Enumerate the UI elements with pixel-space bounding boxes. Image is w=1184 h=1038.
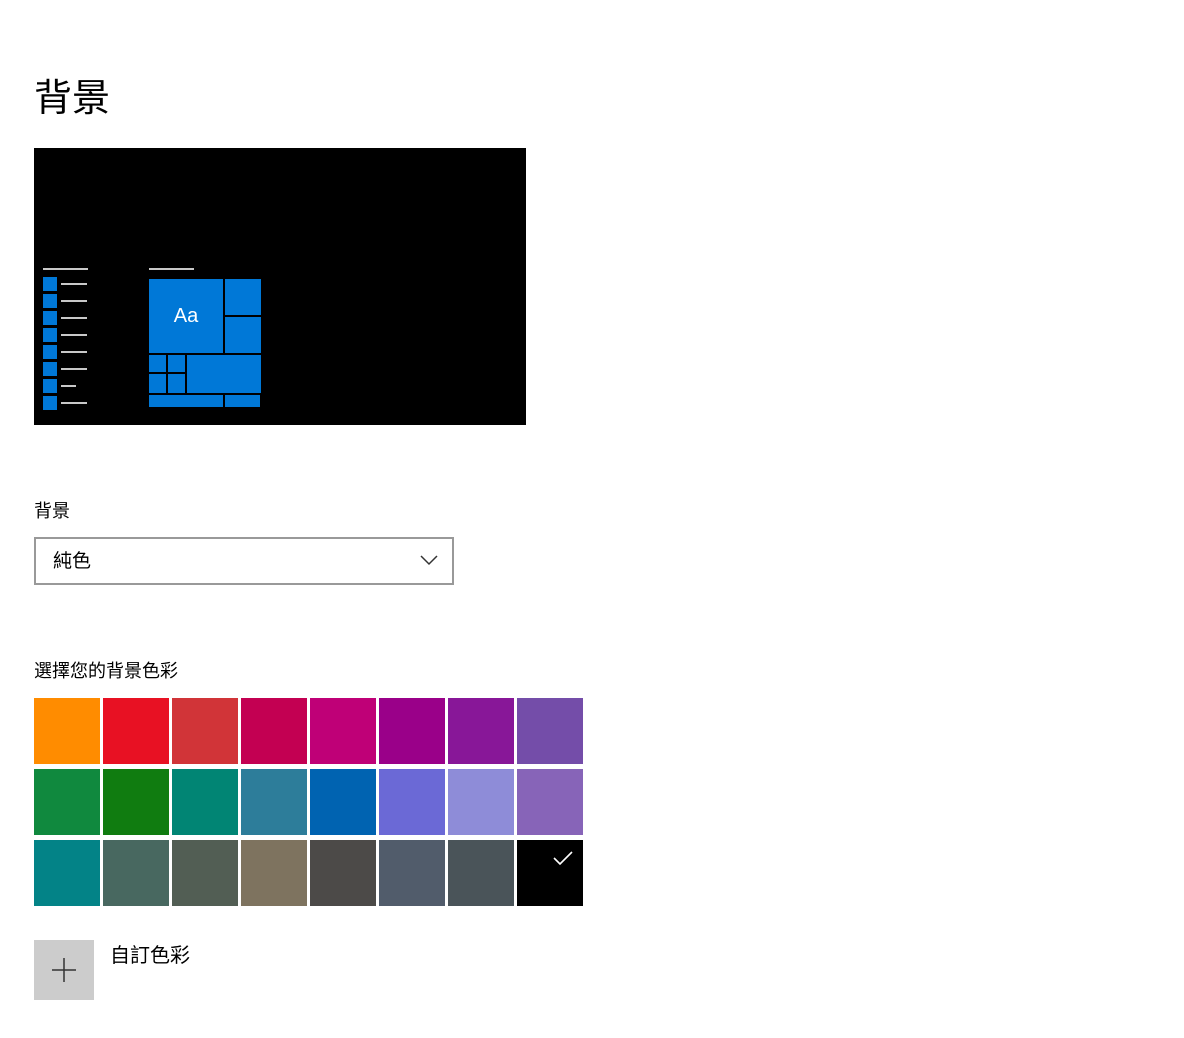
preview-app-label xyxy=(61,300,87,302)
preview-app-label xyxy=(61,351,87,353)
color-swatch[interactable] xyxy=(103,698,169,764)
preview-tile-header xyxy=(149,268,194,270)
preview-list-header xyxy=(43,268,88,270)
color-swatch[interactable] xyxy=(103,769,169,835)
color-swatch[interactable] xyxy=(310,769,376,835)
color-swatch[interactable] xyxy=(516,839,584,907)
color-swatch[interactable] xyxy=(241,698,307,764)
preview-tile xyxy=(149,374,166,393)
preview-app-icon xyxy=(43,345,57,359)
preview-tile xyxy=(149,395,223,407)
color-swatch[interactable] xyxy=(517,698,583,764)
color-swatch[interactable] xyxy=(241,769,307,835)
custom-color-button[interactable] xyxy=(34,940,94,1000)
dropdown-selected-value: 純色 xyxy=(53,550,92,572)
preview-app-label xyxy=(61,334,87,336)
preview-app-label xyxy=(61,283,87,285)
color-swatch[interactable] xyxy=(448,840,514,906)
page-title: 背景 xyxy=(34,76,111,120)
color-swatch[interactable] xyxy=(34,769,100,835)
preview-tile xyxy=(225,317,261,353)
preview-tile xyxy=(187,355,261,393)
color-swatch[interactable] xyxy=(448,769,514,835)
custom-color-label[interactable]: 自訂色彩 xyxy=(110,942,190,968)
preview-app-icon xyxy=(43,396,57,410)
background-type-dropdown[interactable]: 純色 xyxy=(34,537,454,585)
preview-app-icon xyxy=(43,277,57,291)
color-swatch[interactable] xyxy=(241,840,307,906)
color-swatch[interactable] xyxy=(310,840,376,906)
preview-app-icon xyxy=(43,328,57,342)
color-swatch[interactable] xyxy=(379,769,445,835)
color-swatch[interactable] xyxy=(34,840,100,906)
background-preview: Aa xyxy=(34,148,526,425)
preview-app-label xyxy=(61,385,76,387)
color-swatch[interactable] xyxy=(172,698,238,764)
preview-app-icon xyxy=(43,379,57,393)
preview-tile xyxy=(168,374,185,393)
preview-app-label xyxy=(61,317,87,319)
preview-tile xyxy=(225,279,261,315)
preview-app-label xyxy=(61,368,87,370)
color-swatch[interactable] xyxy=(379,698,445,764)
preview-app-icon xyxy=(43,294,57,308)
background-label: 背景 xyxy=(34,501,70,522)
color-picker-label: 選擇您的背景色彩 xyxy=(34,661,178,682)
color-swatch[interactable] xyxy=(517,769,583,835)
plus-icon xyxy=(52,958,76,982)
preview-tile xyxy=(168,355,185,372)
color-swatch[interactable] xyxy=(310,698,376,764)
color-swatch-grid xyxy=(34,698,584,907)
color-swatch[interactable] xyxy=(448,698,514,764)
color-swatch[interactable] xyxy=(34,698,100,764)
color-swatch[interactable] xyxy=(103,840,169,906)
preview-app-label xyxy=(61,402,87,404)
preview-tile xyxy=(225,395,260,407)
preview-tile xyxy=(149,355,166,372)
color-swatch[interactable] xyxy=(379,840,445,906)
color-swatch[interactable] xyxy=(172,840,238,906)
checkmark-icon xyxy=(553,851,573,866)
preview-app-icon xyxy=(43,362,57,376)
chevron-down-icon xyxy=(420,555,438,566)
preview-large-tile: Aa xyxy=(149,279,223,353)
color-swatch[interactable] xyxy=(172,769,238,835)
preview-app-icon xyxy=(43,311,57,325)
